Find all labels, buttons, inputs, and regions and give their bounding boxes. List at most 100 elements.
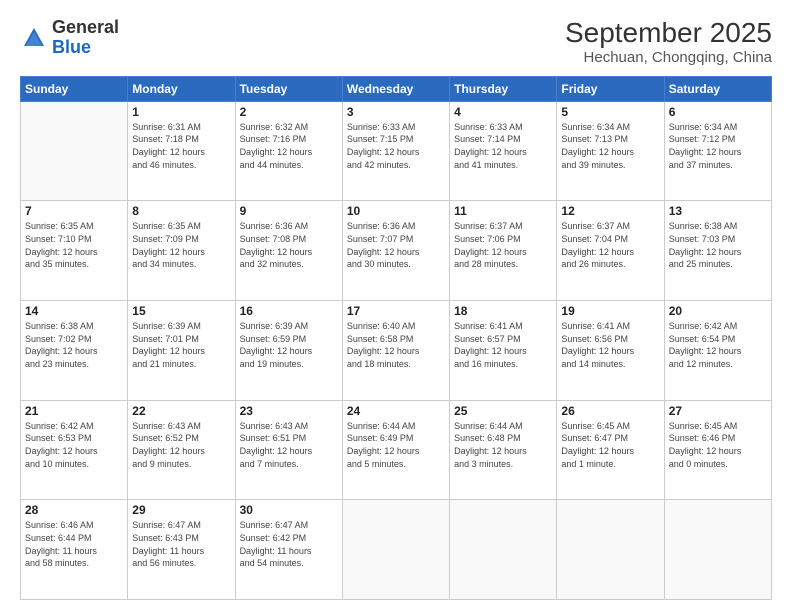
table-row: 12 Sunrise: 6:37 AM Sunset: 7:04 PM Dayli… — [557, 201, 664, 301]
table-row: 1 Sunrise: 6:31 AM Sunset: 7:18 PM Daylig… — [128, 101, 235, 201]
day-info: Sunrise: 6:45 AM Sunset: 6:46 PM Dayligh… — [669, 420, 767, 470]
table-row: 22 Sunrise: 6:43 AM Sunset: 6:52 PM Dayli… — [128, 400, 235, 500]
table-row: 8Sunrise: 6:35 AM Sunset: 7:09 PM Daylig… — [128, 201, 235, 301]
day-number: 5 — [561, 105, 659, 119]
day-number: 7 — [25, 204, 123, 218]
day-info: Sunrise: 6:33 AM Sunset: 7:15 PM Dayligh… — [347, 121, 445, 171]
day-number: 29 — [132, 503, 230, 517]
col-sunday: Sunday — [21, 76, 128, 101]
day-info: Sunrise: 6:41 AM Sunset: 6:56 PM Dayligh… — [561, 320, 659, 370]
table-row — [21, 101, 128, 201]
day-info: Sunrise: 6:31 AM Sunset: 7:18 PM Dayligh… — [132, 121, 230, 171]
day-info: Sunrise: 6:42 AM Sunset: 6:54 PM Dayligh… — [669, 320, 767, 370]
calendar-week-row: 28 Sunrise: 6:46 AM Sunset: 6:44 PM Dayli… — [21, 500, 772, 600]
day-info: Sunrise: 6:43 AM Sunset: 6:52 PM Dayligh… — [132, 420, 230, 470]
day-info: Sunrise: 6:44 AM Sunset: 6:49 PM Dayligh… — [347, 420, 445, 470]
title-block: September 2025 Hechuan, Chongqing, China — [565, 18, 772, 66]
day-number: 22 — [132, 404, 230, 418]
day-number: 6 — [669, 105, 767, 119]
table-row: 30 Sunrise: 6:47 AM Sunset: 6:42 PM Dayli… — [235, 500, 342, 600]
day-number: 30 — [240, 503, 338, 517]
day-number: 20 — [669, 304, 767, 318]
day-number: 12 — [561, 204, 659, 218]
day-info: Sunrise: 6:37 AM Sunset: 7:06 PM Dayligh… — [454, 220, 552, 270]
day-info: Sunrise: 6:46 AM Sunset: 6:44 PM Dayligh… — [25, 519, 123, 569]
col-wednesday: Wednesday — [342, 76, 449, 101]
day-number: 16 — [240, 304, 338, 318]
day-info: Sunrise: 6:40 AM Sunset: 6:58 PM Dayligh… — [347, 320, 445, 370]
logo-icon — [20, 24, 48, 52]
day-number: 24 — [347, 404, 445, 418]
table-row: 4 Sunrise: 6:33 AM Sunset: 7:14 PM Daylig… — [450, 101, 557, 201]
table-row: 16Sunrise: 6:39 AM Sunset: 6:59 PM Dayli… — [235, 301, 342, 401]
day-number: 3 — [347, 105, 445, 119]
day-number: 2 — [240, 105, 338, 119]
table-row: 25 Sunrise: 6:44 AM Sunset: 6:48 PM Dayli… — [450, 400, 557, 500]
table-row: 7 Sunrise: 6:35 AM Sunset: 7:10 PM Daylig… — [21, 201, 128, 301]
calendar-week-row: 1 Sunrise: 6:31 AM Sunset: 7:18 PM Daylig… — [21, 101, 772, 201]
day-info: Sunrise: 6:34 AM Sunset: 7:13 PM Dayligh… — [561, 121, 659, 171]
day-number: 23 — [240, 404, 338, 418]
day-number: 14 — [25, 304, 123, 318]
table-row: 28 Sunrise: 6:46 AM Sunset: 6:44 PM Dayli… — [21, 500, 128, 600]
day-info: Sunrise: 6:36 AM Sunset: 7:07 PM Dayligh… — [347, 220, 445, 270]
calendar-week-row: 7 Sunrise: 6:35 AM Sunset: 7:10 PM Daylig… — [21, 201, 772, 301]
day-info: Sunrise: 6:44 AM Sunset: 6:48 PM Dayligh… — [454, 420, 552, 470]
table-row: 26 Sunrise: 6:45 AM Sunset: 6:47 PM Dayli… — [557, 400, 664, 500]
table-row: 15 Sunrise: 6:39 AM Sunset: 7:01 PM Dayli… — [128, 301, 235, 401]
table-row: 10Sunrise: 6:36 AM Sunset: 7:07 PM Dayli… — [342, 201, 449, 301]
table-row — [450, 500, 557, 600]
calendar-week-row: 14 Sunrise: 6:38 AM Sunset: 7:02 PM Dayli… — [21, 301, 772, 401]
day-info: Sunrise: 6:42 AM Sunset: 6:53 PM Dayligh… — [25, 420, 123, 470]
day-info: Sunrise: 6:35 AM Sunset: 7:09 PM Dayligh… — [132, 220, 230, 270]
table-row: 14 Sunrise: 6:38 AM Sunset: 7:02 PM Dayli… — [21, 301, 128, 401]
day-number: 28 — [25, 503, 123, 517]
table-row: 24 Sunrise: 6:44 AM Sunset: 6:49 PM Dayli… — [342, 400, 449, 500]
day-info: Sunrise: 6:39 AM Sunset: 7:01 PM Dayligh… — [132, 320, 230, 370]
table-row: 6 Sunrise: 6:34 AM Sunset: 7:12 PM Daylig… — [664, 101, 771, 201]
day-number: 13 — [669, 204, 767, 218]
day-number: 11 — [454, 204, 552, 218]
logo-text: General Blue — [52, 18, 119, 58]
table-row: 2Sunrise: 6:32 AM Sunset: 7:16 PM Daylig… — [235, 101, 342, 201]
location: Hechuan, Chongqing, China — [565, 49, 772, 66]
table-row: 27 Sunrise: 6:45 AM Sunset: 6:46 PM Dayli… — [664, 400, 771, 500]
table-row: 5 Sunrise: 6:34 AM Sunset: 7:13 PM Daylig… — [557, 101, 664, 201]
day-info: Sunrise: 6:47 AM Sunset: 6:43 PM Dayligh… — [132, 519, 230, 569]
day-number: 4 — [454, 105, 552, 119]
table-row: 9 Sunrise: 6:36 AM Sunset: 7:08 PM Daylig… — [235, 201, 342, 301]
day-number: 27 — [669, 404, 767, 418]
day-info: Sunrise: 6:45 AM Sunset: 6:47 PM Dayligh… — [561, 420, 659, 470]
header: General Blue September 2025 Hechuan, Cho… — [20, 18, 772, 66]
day-number: 21 — [25, 404, 123, 418]
day-info: Sunrise: 6:35 AM Sunset: 7:10 PM Dayligh… — [25, 220, 123, 270]
table-row: 21 Sunrise: 6:42 AM Sunset: 6:53 PM Dayli… — [21, 400, 128, 500]
calendar-week-row: 21 Sunrise: 6:42 AM Sunset: 6:53 PM Dayli… — [21, 400, 772, 500]
day-info: Sunrise: 6:34 AM Sunset: 7:12 PM Dayligh… — [669, 121, 767, 171]
table-row: 13 Sunrise: 6:38 AM Sunset: 7:03 PM Dayli… — [664, 201, 771, 301]
day-number: 25 — [454, 404, 552, 418]
table-row: 29 Sunrise: 6:47 AM Sunset: 6:43 PM Dayli… — [128, 500, 235, 600]
day-number: 18 — [454, 304, 552, 318]
col-thursday: Thursday — [450, 76, 557, 101]
table-row: 18Sunrise: 6:41 AM Sunset: 6:57 PM Dayli… — [450, 301, 557, 401]
day-number: 15 — [132, 304, 230, 318]
col-tuesday: Tuesday — [235, 76, 342, 101]
table-row: 19 Sunrise: 6:41 AM Sunset: 6:56 PM Dayli… — [557, 301, 664, 401]
col-monday: Monday — [128, 76, 235, 101]
table-row — [342, 500, 449, 600]
day-info: Sunrise: 6:33 AM Sunset: 7:14 PM Dayligh… — [454, 121, 552, 171]
day-info: Sunrise: 6:38 AM Sunset: 7:03 PM Dayligh… — [669, 220, 767, 270]
day-info: Sunrise: 6:37 AM Sunset: 7:04 PM Dayligh… — [561, 220, 659, 270]
calendar-header-row: Sunday Monday Tuesday Wednesday Thursday… — [21, 76, 772, 101]
calendar-table: Sunday Monday Tuesday Wednesday Thursday… — [20, 76, 772, 600]
day-info: Sunrise: 6:47 AM Sunset: 6:42 PM Dayligh… — [240, 519, 338, 569]
day-number: 26 — [561, 404, 659, 418]
day-info: Sunrise: 6:38 AM Sunset: 7:02 PM Dayligh… — [25, 320, 123, 370]
day-number: 19 — [561, 304, 659, 318]
logo: General Blue — [20, 18, 119, 58]
day-info: Sunrise: 6:36 AM Sunset: 7:08 PM Dayligh… — [240, 220, 338, 270]
col-friday: Friday — [557, 76, 664, 101]
day-number: 1 — [132, 105, 230, 119]
day-number: 9 — [240, 204, 338, 218]
